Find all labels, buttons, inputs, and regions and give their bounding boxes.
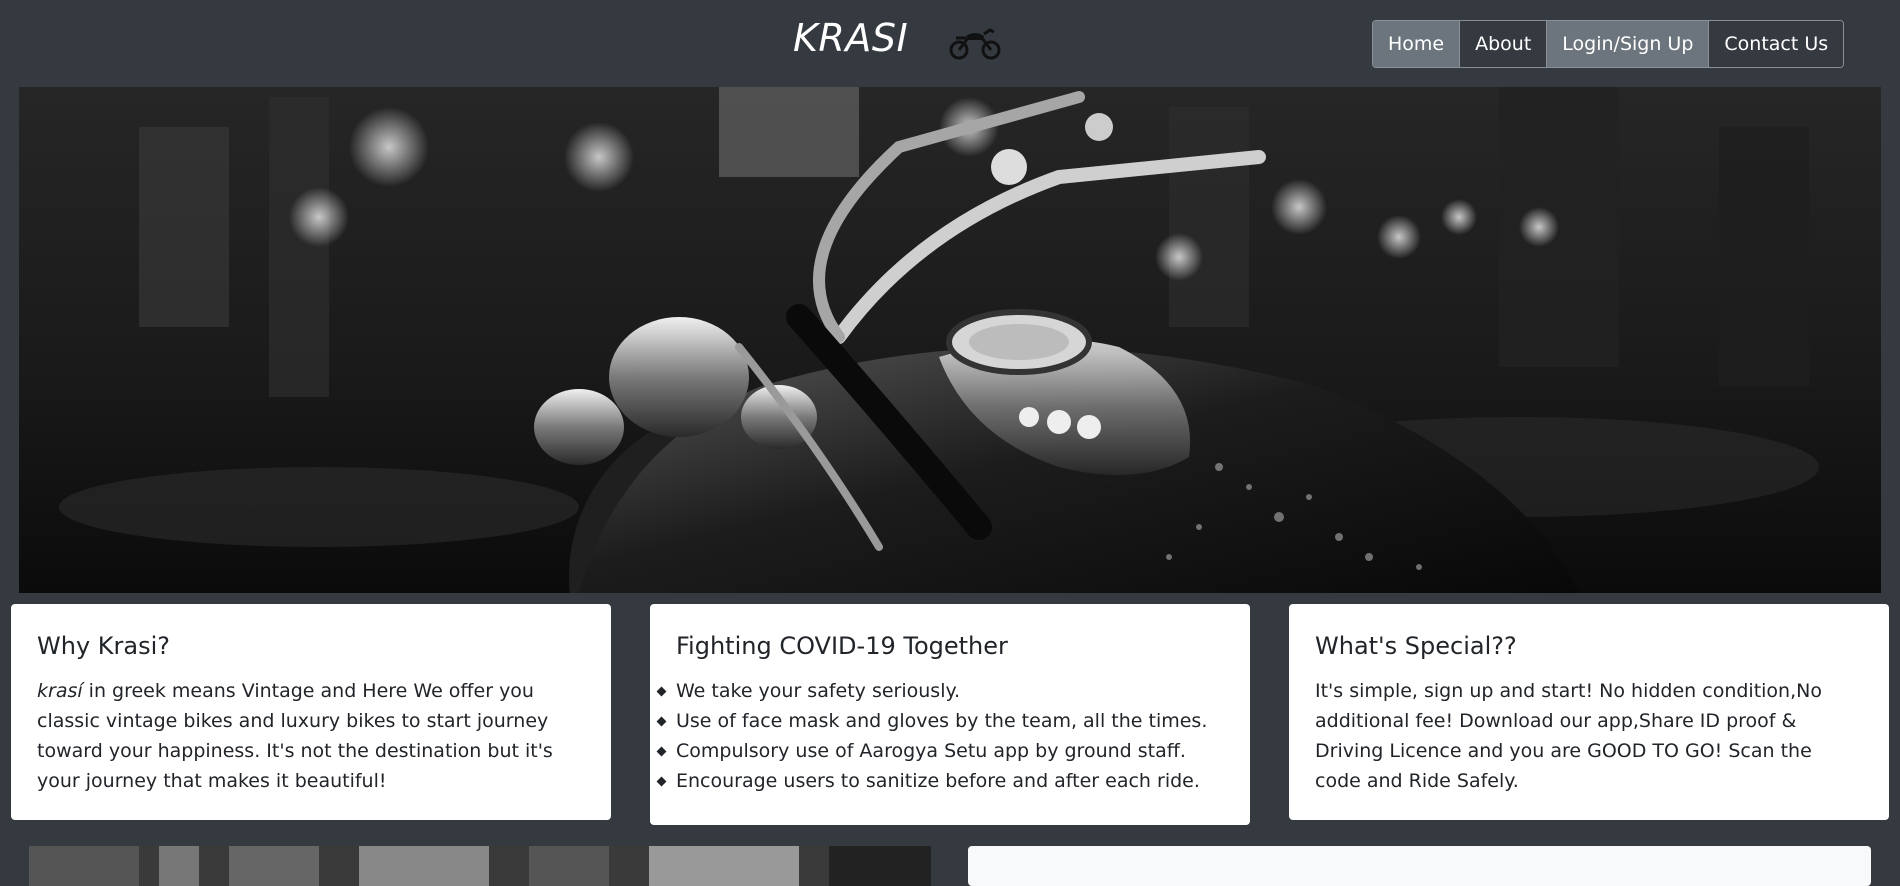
covid-title: Fighting COVID-19 Together bbox=[676, 632, 1008, 660]
why-krasi-body: in greek means Vintage and Here We offer… bbox=[37, 680, 553, 792]
motorcycle-icon bbox=[949, 28, 1001, 60]
why-krasi-card: Why Krasi? krasí in greek means Vintage … bbox=[11, 604, 611, 820]
covid-list: We take your safety seriously. Use of fa… bbox=[676, 676, 1224, 796]
nav-home[interactable]: Home bbox=[1373, 21, 1461, 67]
why-krasi-text: krasí in greek means Vintage and Here We… bbox=[37, 676, 585, 796]
whats-special-text: It's simple, sign up and start! No hidde… bbox=[1315, 680, 1822, 792]
list-item: We take your safety seriously. bbox=[676, 676, 1224, 706]
whats-special-title: What's Special?? bbox=[1315, 632, 1517, 660]
brand-title[interactable]: KRASI bbox=[793, 12, 908, 64]
list-item: Compulsory use of Aarogya Setu app by gr… bbox=[676, 736, 1224, 766]
bottom-panel bbox=[968, 846, 1871, 886]
why-krasi-title: Why Krasi? bbox=[37, 632, 170, 660]
bottom-image bbox=[29, 846, 931, 886]
nav-login-signup[interactable]: Login/Sign Up bbox=[1547, 21, 1710, 67]
list-item: Encourage users to sanitize before and a… bbox=[676, 766, 1224, 796]
list-item: Use of face mask and gloves by the team,… bbox=[676, 706, 1224, 736]
nav-about[interactable]: About bbox=[1460, 21, 1548, 67]
main-nav: Home About Login/Sign Up Contact Us bbox=[1372, 20, 1845, 68]
hero-image bbox=[19, 87, 1881, 593]
nav-contact-us[interactable]: Contact Us bbox=[1709, 21, 1844, 67]
covid-card: Fighting COVID-19 Together We take your … bbox=[650, 604, 1250, 825]
whats-special-card: What's Special?? It's simple, sign up an… bbox=[1289, 604, 1889, 820]
krasi-emphasis: krasí bbox=[37, 680, 83, 702]
